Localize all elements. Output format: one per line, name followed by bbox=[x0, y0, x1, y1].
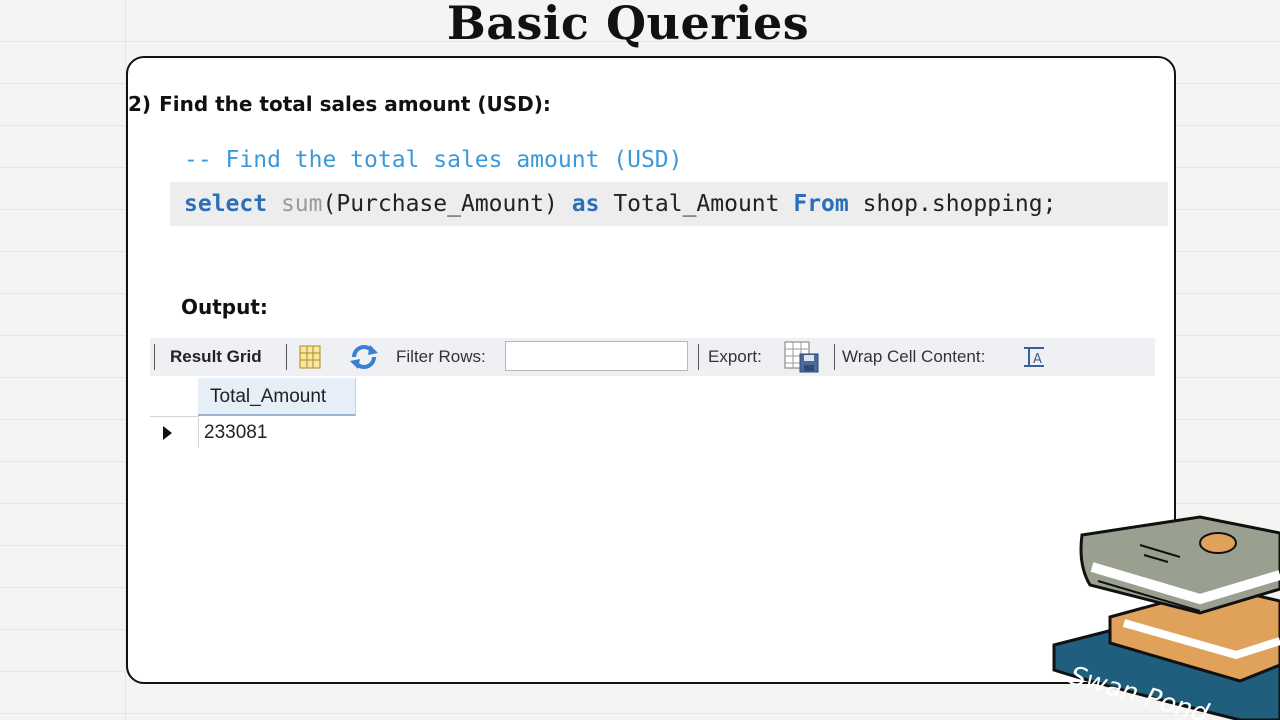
export-icon[interactable] bbox=[784, 341, 820, 373]
toolbar-separator bbox=[698, 344, 699, 370]
svg-text:A: A bbox=[1033, 352, 1042, 367]
refresh-icon[interactable] bbox=[348, 343, 380, 371]
grid-corner bbox=[150, 378, 199, 417]
sql-query: select sum(Purchase_Amount) as Total_Amo… bbox=[170, 182, 1168, 226]
filter-rows-input[interactable] bbox=[505, 341, 688, 371]
sql-keyword-from: From bbox=[793, 191, 849, 217]
question-text: Find the total sales amount (USD): bbox=[159, 92, 551, 116]
toolbar-separator bbox=[286, 344, 287, 370]
output-label: Output: bbox=[181, 295, 268, 319]
sql-keyword-select: select bbox=[184, 191, 268, 217]
sql-alias: Total_Amount bbox=[613, 191, 780, 217]
result-toolbar: Result Grid Filter Rows: Export: Wrap Ce… bbox=[150, 338, 1155, 376]
filter-rows-label: Filter Rows: bbox=[396, 347, 486, 366]
sql-table: shop.shopping; bbox=[862, 191, 1057, 217]
question-number: 2) bbox=[128, 92, 152, 116]
toolbar-separator bbox=[154, 344, 155, 370]
slide-title: Basic Queries bbox=[446, 0, 810, 50]
wrap-cell-content-label: Wrap Cell Content: bbox=[842, 347, 986, 366]
column-header[interactable]: Total_Amount bbox=[198, 378, 356, 416]
sql-comment: -- Find the total sales amount (USD) bbox=[184, 147, 683, 173]
grid-layout-icon[interactable] bbox=[298, 344, 322, 370]
stacked-books-illustration: Swan Pond bbox=[1052, 515, 1280, 720]
toolbar-separator bbox=[834, 344, 835, 370]
sql-function-sum: sum bbox=[280, 191, 323, 217]
row-pointer-icon bbox=[163, 426, 172, 440]
sql-keyword-as: as bbox=[571, 191, 600, 217]
result-grid-tab[interactable]: Result Grid bbox=[170, 347, 262, 367]
export-label: Export: bbox=[708, 347, 762, 366]
wrap-text-icon[interactable]: A bbox=[1022, 346, 1046, 368]
row-header[interactable] bbox=[150, 418, 199, 448]
question-heading: 2) Find the total sales amount (USD): bbox=[128, 92, 551, 116]
table-cell[interactable]: 233081 bbox=[204, 422, 267, 444]
sql-argument: (Purchase_Amount) bbox=[322, 191, 558, 217]
